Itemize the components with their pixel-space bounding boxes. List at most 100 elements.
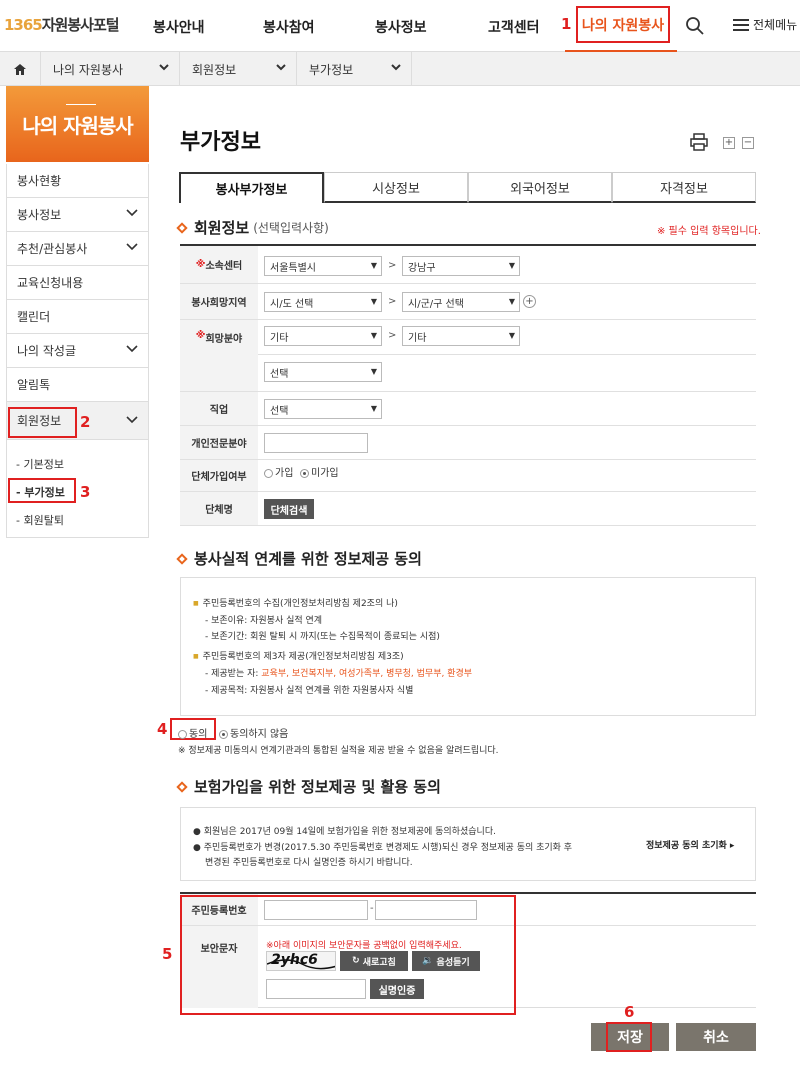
separator: > xyxy=(388,296,397,307)
cancel-button[interactable]: 취소 xyxy=(676,1023,756,1051)
form-row-center: ※ 소속센터 서울특별시 ▼ > 강남구 ▼ xyxy=(180,246,756,284)
form-row-job: 직업 선택 ▼ xyxy=(180,392,756,426)
consent-bullet: 주민등록번호의 수집(개인정보처리방침 제2조의 나) xyxy=(193,596,398,609)
section-member-info-title: 회원정보 (선택입력사항) xyxy=(176,217,329,238)
agree-radio[interactable]: 동의 xyxy=(178,725,207,740)
consent-bullet: 주민등록번호의 제3자 제공(개인정보처리방침 제3조) xyxy=(193,649,404,662)
form-label: 직업 xyxy=(180,392,258,425)
chevron-down-icon xyxy=(126,416,138,424)
section-title-text: 회원정보 xyxy=(194,219,250,237)
center-city-select[interactable]: 서울특별시 ▼ xyxy=(264,256,382,276)
section-title-text: 봉사실적 연계를 위한 정보제공 동의 xyxy=(194,550,422,568)
annotation-box-verification xyxy=(180,895,516,1015)
radio-icon xyxy=(264,468,273,478)
group-search-button[interactable]: 단체검색 xyxy=(264,499,314,519)
reset-consent-link[interactable]: 정보제공 동의 초기화 ▸ xyxy=(646,838,734,851)
zoom-out-button[interactable]: − xyxy=(742,137,754,149)
chevron-down-icon xyxy=(126,209,138,217)
nav-item-info[interactable]: 봉사정보 xyxy=(375,17,427,37)
section-insurance-title: 보험가입을 위한 정보제공 및 활용 동의 xyxy=(176,776,441,797)
tab-volunteer-extra[interactable]: 봉사부가정보 xyxy=(179,172,324,203)
consent-detail: - 보존이유: 자원봉사 실적 연계 xyxy=(205,616,323,626)
add-area-button[interactable]: + xyxy=(523,295,536,308)
annotation-mark-6: 6 xyxy=(624,1003,635,1021)
sidebar-item-label: 나의 작성글 xyxy=(17,344,77,358)
form-row-field: ※ 희망분야 기타 ▼ > 기타 ▼ 선택 ▼ xyxy=(180,320,756,392)
sidebar-item-activity[interactable]: 봉사현황 xyxy=(6,164,149,198)
all-menu-label: 전체메뉴 xyxy=(753,18,798,32)
form-label: ※ 소속센터 xyxy=(180,246,258,283)
tab-language[interactable]: 외국어정보 xyxy=(468,172,612,203)
sidebar-item-label: 봉사정보 xyxy=(17,208,62,222)
all-menu-button[interactable]: 전체메뉴 xyxy=(733,16,797,33)
field-3-select[interactable]: 선택 ▼ xyxy=(264,362,382,382)
insurance-text: ● 주민등록번호가 변경(2017.5.30 주민등록번호 변경제도 시행)되신… xyxy=(193,843,573,853)
consent-detail: - 보존기간: 회원 탈퇴 시 까지(또는 수집목적이 종료되는 시점) xyxy=(205,632,440,642)
group-join-no-radio[interactable]: 미가입 xyxy=(300,464,339,479)
sidebar-subitem-withdraw[interactable]: - 회원탈퇴 xyxy=(16,512,64,528)
form-row-expertise: 개인전문분야 xyxy=(180,426,756,460)
breadcrumb-additional-info[interactable]: 부가정보 xyxy=(297,52,412,86)
group-join-yes-radio[interactable]: 가입 xyxy=(264,464,293,479)
form-row-group-name: 단체명 단체검색 xyxy=(180,492,756,526)
breadcrumb-label: 회원정보 xyxy=(192,62,237,77)
sidebar-item-education[interactable]: 교육신청내용 xyxy=(6,266,149,300)
zoom-in-button[interactable]: + xyxy=(723,137,735,149)
consent-notice: ※ 정보제공 미동의시 연계기관과의 통합된 실적을 제공 받을 수 없음을 알… xyxy=(178,746,499,756)
field-1-select[interactable]: 기타 ▼ xyxy=(264,326,382,346)
insurance-info-box: ● 회원님은 2017년 09월 14일에 보험가입을 위한 정보제공에 동의하… xyxy=(180,807,756,881)
sidebar-item-my-posts[interactable]: 나의 작성글 xyxy=(6,334,149,368)
sidebar-item-recommend[interactable]: 추천/관심봉사 xyxy=(6,232,149,266)
chevron-down-icon xyxy=(276,64,286,71)
hamburger-icon xyxy=(733,18,749,31)
nav-item-guide[interactable]: 봉사안내 xyxy=(153,17,205,37)
insurance-text: ● 회원님은 2017년 09월 14일에 보험가입을 위한 정보제공에 동의하… xyxy=(193,827,496,837)
sidebar-subitem-basic-info[interactable]: - 기본정보 xyxy=(16,456,64,472)
annotation-mark-4: 4 xyxy=(157,720,168,738)
required-note: ※ 필수 입력 항목입니다. xyxy=(657,226,761,237)
form-label: 단체명 xyxy=(180,492,258,525)
hope-city-select[interactable]: 시/도 선택 ▼ xyxy=(264,292,382,312)
section-subtitle: (선택입력사항) xyxy=(253,221,329,235)
top-navigation: 1365자원봉사포털 봉사안내 봉사참여 봉사정보 고객센터 1 나의 자원봉사… xyxy=(0,0,800,52)
home-icon xyxy=(14,63,26,75)
field-2-select[interactable]: 기타 ▼ xyxy=(402,326,520,346)
sidebar-item-volunteer-info[interactable]: 봉사정보 xyxy=(6,198,149,232)
annotation-box-additional-info xyxy=(8,478,76,503)
print-icon[interactable] xyxy=(690,133,708,151)
radio-icon xyxy=(219,729,228,739)
hope-district-select[interactable]: 시/군/구 선택 ▼ xyxy=(402,292,520,312)
consent-detail: - 제공목적: 자원봉사 실적 연계를 위한 자원봉사자 식별 xyxy=(205,686,414,696)
diamond-bullet-icon xyxy=(176,552,188,565)
sidebar-item-calendar[interactable]: 캘린더 xyxy=(6,300,149,334)
disagree-radio[interactable]: 동의하지 않음 xyxy=(219,725,288,740)
annotation-mark-3: 3 xyxy=(80,483,91,501)
separator: > xyxy=(388,330,397,341)
diamond-bullet-icon xyxy=(176,780,188,793)
form-label: ※ 희망분야 xyxy=(180,320,258,391)
breadcrumb-my-volunteer[interactable]: 나의 자원봉사 xyxy=(41,52,180,86)
nav-item-participate[interactable]: 봉사참여 xyxy=(263,17,315,37)
annotation-mark-2: 2 xyxy=(80,413,91,431)
job-select[interactable]: 선택 ▼ xyxy=(264,399,382,419)
home-button[interactable] xyxy=(0,52,41,86)
separator: > xyxy=(388,260,397,271)
center-district-select[interactable]: 강남구 ▼ xyxy=(402,256,520,276)
chevron-down-icon xyxy=(159,64,169,71)
expertise-input[interactable] xyxy=(264,433,368,453)
breadcrumb-member-info[interactable]: 회원정보 xyxy=(180,52,297,86)
radio-icon xyxy=(300,468,309,478)
nav-item-support[interactable]: 고객센터 xyxy=(488,17,540,37)
sidebar-item-alimtalk[interactable]: 알림톡 xyxy=(6,368,149,402)
breadcrumb: 나의 자원봉사 회원정보 부가정보 xyxy=(0,52,800,86)
breadcrumb-label: 부가정보 xyxy=(309,62,354,77)
form-label: 단체가입여부 xyxy=(180,460,258,491)
search-icon[interactable] xyxy=(685,16,705,36)
insurance-text: 변경된 주민등록번호로 다시 실명인증 하시기 바랍니다. xyxy=(205,858,413,868)
chevron-down-icon xyxy=(126,243,138,251)
tab-awards[interactable]: 시상정보 xyxy=(324,172,468,203)
tab-certificates[interactable]: 자격정보 xyxy=(612,172,756,203)
nav-item-my-volunteer[interactable]: 나의 자원봉사 xyxy=(576,6,670,43)
annotation-box-save xyxy=(606,1022,652,1052)
site-logo[interactable]: 1365자원봉사포털 xyxy=(4,14,120,35)
